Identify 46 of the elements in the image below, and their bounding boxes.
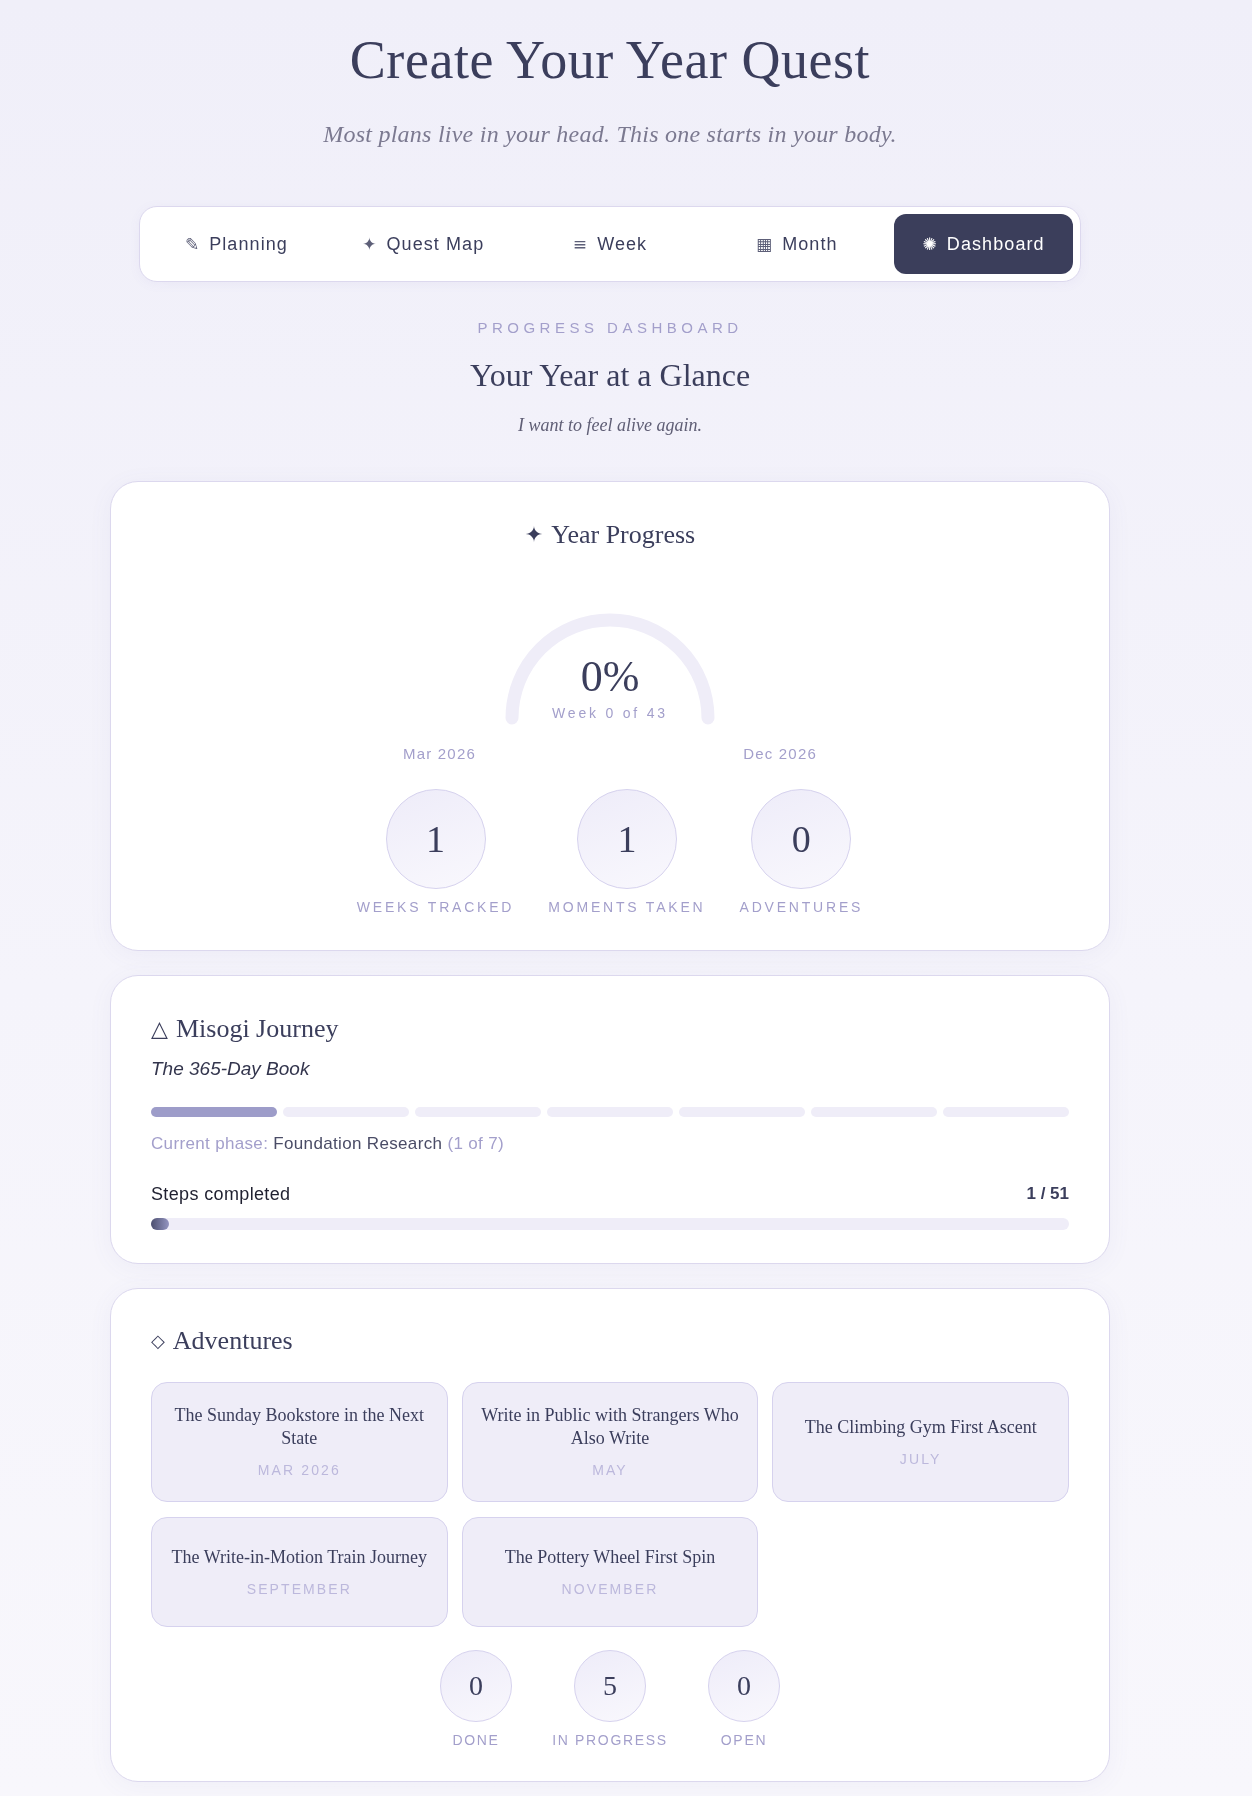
page-subtitle: Most plans live in your head. This one starts in your body. <box>323 120 897 149</box>
sparkle-icon: ✦ <box>362 235 378 253</box>
tab[interactable]: ✎ Planning <box>147 214 326 274</box>
start-date-label: Mar 2026 <box>403 744 476 764</box>
stat-label: MOMENTS TAKEN <box>548 898 706 917</box>
tab[interactable]: ✦ Quest Map <box>333 214 513 274</box>
stat-label: IN PROGRESS <box>552 1731 668 1750</box>
stat-count: 1 <box>576 789 677 889</box>
end-date-label: Dec 2026 <box>743 744 817 764</box>
diamond-icon: ◇ <box>151 1332 165 1350</box>
list-icon: ≡ <box>572 235 589 253</box>
card-title: Year Progress <box>551 519 696 551</box>
sunburst-icon: ✺ <box>922 235 938 253</box>
card-title: Misogi Journey <box>175 1013 339 1045</box>
stat-count: 5 <box>574 1650 646 1722</box>
stat-label: OPEN <box>720 1731 768 1750</box>
page-title: Create Your Year Quest <box>349 29 871 92</box>
stat-count: 0 <box>440 1650 512 1722</box>
gauge-caption: Week 0 of 43 <box>552 704 668 723</box>
stat-label: WEEKS TRACKED <box>356 898 515 917</box>
adventure-title: Write in Public with Strangers Who Also Write <box>480 1404 740 1450</box>
card-title: Adventures <box>172 1325 293 1357</box>
current-phase-text: Current phase: Foundation Research (1 of 7) <box>151 1133 504 1155</box>
triangle-icon: △ <box>151 1018 168 1040</box>
journey-subtitle: The 365-Day Book <box>151 1057 310 1081</box>
steps-label: Steps completed <box>151 1183 291 1206</box>
pencil-icon: ✎ <box>184 235 201 253</box>
stat-count: 1 <box>385 789 486 889</box>
sparkle-icon: ✦ <box>524 524 544 546</box>
adventure-title: The Climbing Gym First Ascent <box>804 1415 1037 1439</box>
section-title: Your Year at a Glance <box>469 359 751 391</box>
gauge-percent: 0% <box>580 655 640 699</box>
grid-icon: ▦ <box>756 235 774 253</box>
adventure-title: The Pottery Wheel First Spin <box>504 1545 716 1569</box>
tab[interactable]: ✺ Dashboard <box>894 214 1073 274</box>
section-label: PROGRESS DASHBOARD <box>477 318 743 338</box>
intention-text: I want to feel alive again. <box>518 414 702 437</box>
stat-label: DONE <box>452 1731 500 1750</box>
tab[interactable]: ≡ Week <box>520 214 700 274</box>
adventure-title: The Write-in-Motion Train Journey <box>171 1545 428 1569</box>
tab[interactable]: ▦ Month <box>707 214 887 274</box>
stat-count: 0 <box>708 1650 780 1722</box>
adventure-title: The Sunday Bookstore in the Next State <box>173 1404 426 1450</box>
stat-label: ADVENTURES <box>739 898 864 917</box>
stat-count: 0 <box>751 789 852 889</box>
steps-count: 1 / 51 <box>1026 1183 1069 1205</box>
